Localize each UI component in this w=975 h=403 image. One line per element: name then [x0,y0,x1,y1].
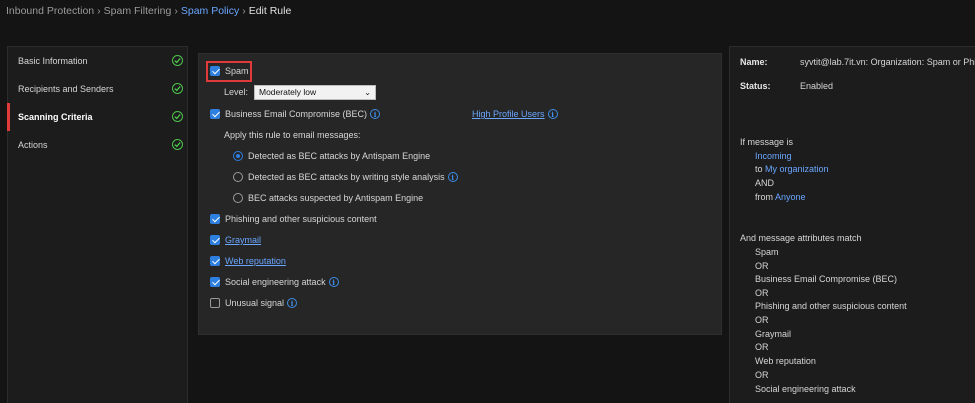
unusual-signal-option[interactable]: Unusual signal i [210,298,298,308]
breadcrumb-separator: › [242,5,246,17]
bec-radio-suspected[interactable]: BEC attacks suspected by Antispam Engine [233,193,423,203]
name-value: syvtit@lab.7it.vn: Organization: Spam or… [800,57,975,67]
high-profile-users-link[interactable]: High Profile Users [472,109,545,119]
unusual-signal-label: Unusual signal [225,298,285,308]
wizard-steps-sidebar: Basic Information Recipients and Senders… [7,46,188,403]
attribute-item: Graymail [755,329,792,339]
chevron-down-icon: ⌄ [364,88,371,97]
breadcrumb-separator: › [174,5,178,17]
attribute-item: OR [755,370,769,380]
radio-label: Detected as BEC attacks by writing style… [248,172,445,182]
spam-checkbox[interactable] [210,66,220,76]
breadcrumb: Inbound Protection › Spam Filtering › Spam P… [6,5,291,17]
bec-radio-writing-style[interactable]: Detected as BEC attacks by writing style… [233,172,458,182]
spam-level-value: Moderately low [259,87,317,97]
breadcrumb-inbound-protection[interactable]: Inbound Protection [6,5,94,17]
rule-summary-panel: Name: syvtit@lab.7it.vn: Organization: Sp… [729,46,975,403]
complete-check-icon [172,55,183,66]
graymail-option[interactable]: Graymail [210,235,261,245]
summary-status: Status: Enabled [740,81,833,91]
high-profile-users[interactable]: High Profile Users i [472,109,558,119]
attribute-item: Social engineering attack [755,384,856,394]
my-organization: My organization [765,164,829,174]
complete-check-icon [172,139,183,150]
name-key: Name: [740,57,768,67]
web-reputation-checkbox[interactable] [210,256,220,266]
attribute-item: OR [755,261,769,271]
from-text: from [755,192,773,202]
step-basic-information[interactable]: Basic Information [8,47,187,75]
to-text: to [755,164,763,174]
apply-rule-label: Apply this rule to email messages: [224,130,361,140]
breadcrumb-separator: › [97,5,101,17]
complete-check-icon [172,83,183,94]
step-scanning-criteria[interactable]: Scanning Criteria [7,103,187,131]
complete-check-icon [172,111,183,122]
level-row: Level: [224,87,248,97]
attribute-item: OR [755,315,769,325]
status-value: Enabled [800,81,834,91]
attribute-item: Spam [755,247,779,257]
level-label: Level: [224,87,249,97]
spam-label: Spam [225,66,249,76]
info-icon[interactable]: i [287,298,298,308]
breadcrumb-spam-filtering[interactable]: Spam Filtering [104,5,172,17]
to-label: to My organization [755,164,829,174]
step-recipients-and-senders[interactable]: Recipients and Senders [8,75,187,103]
attribute-item: Phishing and other suspicious content [755,301,907,311]
graymail-checkbox[interactable] [210,235,220,245]
radio-button[interactable] [233,151,243,161]
from-label: from Anyone [755,192,806,202]
radio-button[interactable] [233,193,243,203]
info-icon[interactable]: i [370,109,381,119]
social-engineering-label: Social engineering attack [225,277,326,287]
social-engineering-checkbox[interactable] [210,277,220,287]
info-icon[interactable]: i [547,109,558,119]
web-reputation-option[interactable]: Web reputation [210,256,286,266]
top-bar: Inbound Protection › Spam Filtering › Spam P… [0,0,975,44]
info-icon[interactable]: i [328,277,339,287]
breadcrumb-spam-policy[interactable]: Spam Policy [181,5,239,17]
social-engineering-option[interactable]: Social engineering attack i [210,277,339,287]
attribute-item: OR [755,342,769,352]
web-reputation-link[interactable]: Web reputation [225,256,286,266]
attribute-item: Business Email Compromise (BEC) [755,274,898,284]
and-label: AND [755,178,775,188]
scanning-criteria-panel: Spam Level: Moderately low ⌄ Business Em… [198,53,722,335]
phishing-label: Phishing and other suspicious content [225,214,377,224]
step-label: Scanning Criteria [18,112,93,122]
summary-name: Name: syvtit@lab.7it.vn: Organization: Sp… [740,57,975,67]
spam-option[interactable]: Spam [210,66,249,76]
unusual-signal-checkbox[interactable] [210,298,220,308]
phishing-checkbox[interactable] [210,214,220,224]
attributes-match: And message attributes match [740,233,862,243]
graymail-link[interactable]: Graymail [225,235,261,245]
direction-incoming: Incoming [755,151,792,161]
from-anyone: Anyone [775,192,806,202]
phishing-option[interactable]: Phishing and other suspicious content [210,214,377,224]
attribute-item: Web reputation [755,356,816,366]
bec-checkbox[interactable] [210,109,220,119]
spam-level-select[interactable]: Moderately low ⌄ [254,85,376,100]
radio-label: BEC attacks suspected by Antispam Engine [248,193,424,203]
breadcrumb-current: Edit Rule [248,5,292,17]
step-actions[interactable]: Actions [8,131,187,159]
bec-option[interactable]: Business Email Compromise (BEC) i [210,109,381,119]
if-message-is: If message is [740,137,794,147]
info-icon[interactable]: i [447,172,458,182]
radio-button[interactable] [233,172,243,182]
attribute-item: OR [755,288,769,298]
bec-radio-antispam[interactable]: Detected as BEC attacks by Antispam Engi… [233,151,430,161]
radio-label: Detected as BEC attacks by Antispam Engi… [248,151,431,161]
step-label: Actions [18,140,48,150]
status-key: Status: [740,81,771,91]
step-label: Recipients and Senders [18,84,114,94]
apply-rule-text: Apply this rule to email messages: [224,130,361,140]
step-label: Basic Information [18,56,88,66]
bec-label: Business Email Compromise (BEC) [225,109,368,119]
